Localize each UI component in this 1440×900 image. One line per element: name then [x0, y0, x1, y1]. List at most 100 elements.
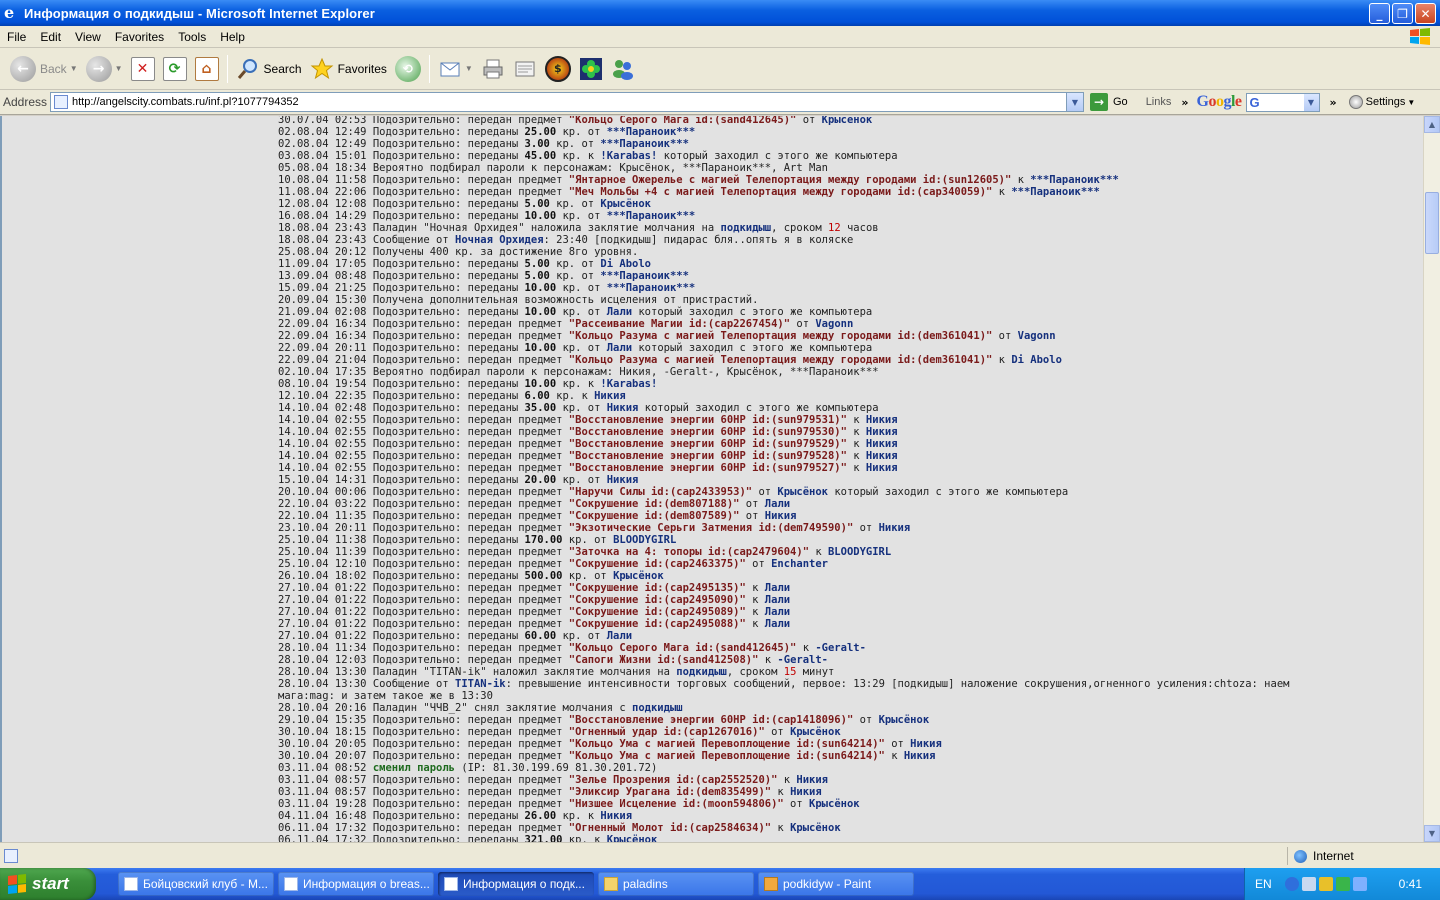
close-button[interactable]: ✕ [1415, 3, 1436, 24]
title-bar[interactable]: e Информация о подкидыш - Microsoft Inte… [0, 0, 1440, 26]
edit-button[interactable] [509, 51, 541, 87]
clock[interactable]: 0:41 [1399, 877, 1422, 891]
security-zone[interactable]: Internet [1287, 847, 1354, 865]
player-name-link[interactable]: Лали [607, 306, 632, 318]
player-name-link[interactable]: Vagonn [815, 318, 853, 330]
print-button[interactable] [477, 51, 509, 87]
player-name-link[interactable]: Крысёнок [607, 834, 658, 842]
mail-button[interactable]: ▼ [434, 51, 477, 87]
tray-star-icon[interactable] [1353, 877, 1367, 891]
taskbar-item-paint[interactable]: podkidyw - Paint [758, 872, 914, 896]
refresh-button[interactable]: ⟳ [159, 51, 191, 87]
player-name-link[interactable]: Никия [796, 774, 828, 786]
player-name-link[interactable]: Никия [594, 390, 626, 402]
stop-button[interactable]: ✕ [127, 51, 159, 87]
player-name-link[interactable]: подкидыш [676, 666, 727, 678]
scroll-up-button[interactable]: ▲ [1424, 116, 1440, 133]
taskbar-item-info-podkidysh[interactable]: Информация о подк... [438, 872, 594, 896]
address-input[interactable] [72, 96, 1062, 108]
history-button[interactable]: ⟲ [391, 51, 425, 87]
player-name-link[interactable]: -Geralt- [815, 642, 866, 654]
taskbar-item-info-breas[interactable]: Информация о breas... [278, 872, 434, 896]
player-name-link[interactable]: ***Параноик*** [1011, 186, 1100, 198]
taskbar-item-fight-club[interactable]: Бойцовский клуб - M... [118, 872, 274, 896]
search-button[interactable]: Search [232, 51, 306, 87]
player-name-link[interactable]: Никия [866, 438, 898, 450]
player-name-link[interactable]: TITAN-ik [455, 678, 506, 690]
messenger-button[interactable] [607, 51, 639, 87]
player-name-link[interactable]: Крысёнок [879, 714, 930, 726]
vertical-scrollbar[interactable]: ▲ ▼ [1423, 116, 1440, 842]
player-name-link[interactable]: Лали [607, 342, 632, 354]
player-name-link[interactable]: Крысёнок [790, 822, 841, 834]
player-name-link[interactable]: Лали [765, 582, 790, 594]
google-chevron-icon[interactable]: » [1330, 96, 1337, 109]
language-indicator[interactable]: EN [1255, 877, 1275, 891]
taskbar-item-paladins[interactable]: paladins [598, 872, 754, 896]
tray-flower-icon[interactable] [1336, 877, 1350, 891]
links-toolbar[interactable]: Links [1146, 96, 1172, 108]
player-name-link[interactable]: Vagonn [1018, 330, 1056, 342]
player-name-link[interactable]: Никия [866, 426, 898, 438]
addon-button[interactable] [575, 51, 607, 87]
address-field[interactable]: ▼ [50, 92, 1084, 112]
player-name-link[interactable]: ***Параноик*** [1030, 174, 1119, 186]
player-name-link[interactable]: подкидыш [721, 222, 772, 234]
player-name-link[interactable]: Ночная Орхидея [455, 234, 544, 246]
player-name-link[interactable]: Никия [607, 474, 639, 486]
player-name-link[interactable]: ***Параноик*** [600, 270, 689, 282]
start-button[interactable]: start [0, 868, 96, 900]
player-name-link[interactable]: Лали [765, 594, 790, 606]
player-name-link[interactable]: ***Параноик*** [607, 210, 696, 222]
settings-button[interactable]: Settings ▼ [1348, 95, 1415, 109]
player-name-link[interactable]: ***Параноик*** [600, 138, 689, 150]
player-name-link[interactable]: ***Параноик*** [607, 126, 696, 138]
player-name-link[interactable]: Di Abolo [1011, 354, 1062, 366]
player-name-link[interactable]: Никия [866, 450, 898, 462]
player-name-link[interactable]: Крысёнок [790, 726, 841, 738]
back-dropdown-icon[interactable]: ▼ [70, 64, 78, 73]
menu-edit[interactable]: Edit [33, 26, 68, 47]
player-name-link[interactable]: Лали [765, 498, 790, 510]
player-name-link[interactable]: Лали [765, 606, 790, 618]
links-chevron-icon[interactable]: » [1181, 96, 1188, 109]
player-name-link[interactable]: Никия [910, 738, 942, 750]
address-dropdown-icon[interactable]: ▼ [1066, 93, 1083, 111]
player-name-link[interactable]: Лали [765, 618, 790, 630]
player-name-link[interactable]: -Geralt- [777, 654, 828, 666]
back-button[interactable]: ← Back ▼ [6, 51, 82, 87]
tray-back-icon[interactable] [1285, 877, 1299, 891]
player-name-link[interactable]: Крысёнок [822, 116, 873, 126]
google-search-select[interactable]: G ▼ [1245, 92, 1320, 112]
mail-dropdown-icon[interactable]: ▼ [465, 64, 473, 73]
player-name-link[interactable]: Никия [607, 402, 639, 414]
player-name-link[interactable]: !Karabas! [600, 378, 657, 390]
google-dropdown-icon[interactable]: ▼ [1303, 93, 1319, 111]
player-name-link[interactable]: Никия [866, 414, 898, 426]
maximize-button[interactable]: ❐ [1392, 3, 1413, 24]
forward-button[interactable]: → ▼ [82, 51, 127, 87]
player-name-link[interactable]: подкидыш [632, 702, 683, 714]
scroll-down-button[interactable]: ▼ [1424, 825, 1440, 842]
tray-antivirus-icon[interactable] [1319, 877, 1333, 891]
scroll-thumb[interactable] [1425, 192, 1439, 254]
player-name-link[interactable]: Лали [607, 630, 632, 642]
player-name-link[interactable]: Крысёнок [613, 570, 664, 582]
player-name-link[interactable]: Никия [866, 462, 898, 474]
home-button[interactable]: ⌂ [191, 51, 223, 87]
player-name-link[interactable]: !Karabas! [600, 150, 657, 162]
menu-favorites[interactable]: Favorites [108, 26, 171, 47]
player-name-link[interactable]: ***Параноик*** [607, 282, 696, 294]
player-name-link[interactable]: Никия [879, 522, 911, 534]
player-name-link[interactable]: Крысёнок [600, 198, 651, 210]
player-name-link[interactable]: Никия [790, 786, 822, 798]
player-name-link[interactable]: Крысёнок [777, 486, 828, 498]
player-name-link[interactable]: Крысёнок [809, 798, 860, 810]
go-button[interactable]: → Go [1090, 93, 1128, 111]
player-name-link[interactable]: Di Abolo [600, 258, 651, 270]
menu-view[interactable]: View [68, 26, 108, 47]
tray-network-icon[interactable] [1302, 877, 1316, 891]
player-name-link[interactable]: Enchanter [771, 558, 828, 570]
minimize-button[interactable]: _ [1369, 3, 1390, 24]
menu-help[interactable]: Help [213, 26, 252, 47]
